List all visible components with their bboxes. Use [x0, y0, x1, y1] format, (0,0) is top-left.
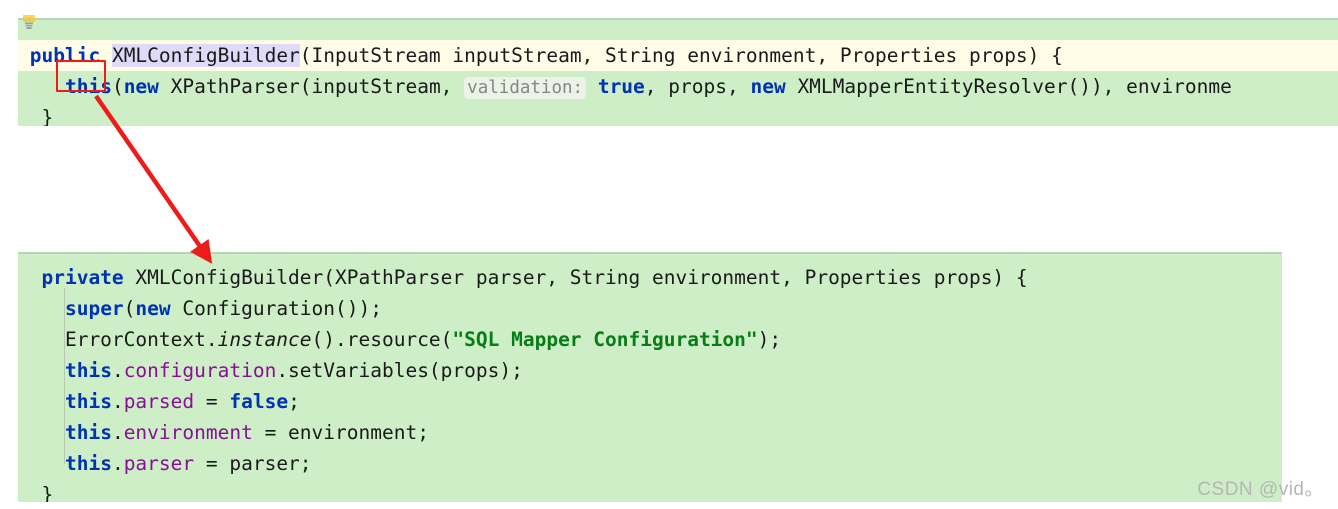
code-token: }: [18, 106, 54, 126]
code-token: true: [597, 75, 645, 98]
code-token: .: [111, 421, 124, 444]
code-token: this: [64, 390, 112, 413]
code-line-bottom-8[interactable]: }: [18, 479, 1282, 502]
code-token: this: [64, 452, 112, 475]
code-token: = parser;: [194, 452, 312, 475]
code-token: = environment;: [252, 421, 429, 444]
code-token: XPathParser(inputStream,: [158, 75, 465, 98]
code-line-bottom-4[interactable]: this.configuration.setVariables(props);: [18, 355, 1282, 386]
code-token: XMLConfigBuilder(XPathParser parser, Str…: [123, 266, 1028, 289]
code-token: XMLMapperEntityResolver()), environme: [785, 75, 1232, 98]
code-token: (: [123, 297, 136, 320]
code-token: ().resource(: [311, 328, 453, 351]
code-token: parser: [123, 452, 195, 475]
code-editor-canvas: public XMLConfigBuilder(InputStream inpu…: [0, 0, 1338, 509]
code-token: validation:: [464, 77, 587, 99]
code-token: (: [111, 75, 124, 98]
block-bottom-border: [18, 252, 1282, 254]
code-token: .: [111, 390, 124, 413]
code-line-bottom-1[interactable]: private XMLConfigBuilder(XPathParser par…: [18, 262, 1282, 293]
code-token: this: [64, 359, 112, 382]
code-line-top-3[interactable]: }: [18, 102, 1338, 126]
code-line-top-1[interactable]: public XMLConfigBuilder(InputStream inpu…: [18, 40, 1338, 71]
code-token: false: [229, 390, 289, 413]
code-token: );: [757, 328, 782, 351]
code-token: this: [64, 421, 112, 444]
code-token: new: [123, 75, 159, 98]
block-top-border: [18, 18, 1338, 20]
code-line-top-2[interactable]: this(new XPathParser(inputStream, valida…: [18, 71, 1338, 102]
code-token: private: [41, 266, 124, 289]
code-token: (InputStream inputStream, String environ…: [299, 44, 1063, 67]
csdn-watermark: CSDN @vid。: [1197, 479, 1324, 500]
code-token: Configuration());: [170, 297, 382, 320]
code-token: =: [194, 390, 230, 413]
code-line-bottom-5[interactable]: this.parsed = false;: [18, 386, 1282, 417]
code-token: configuration: [123, 359, 277, 382]
code-token: environment: [123, 421, 253, 444]
code-line-bottom-7[interactable]: this.parser = parser;: [18, 448, 1282, 479]
code-token: instance: [217, 328, 312, 351]
code-token: }: [18, 483, 54, 502]
code-token: , props,: [644, 75, 751, 98]
code-block-private-constructor: private XMLConfigBuilder(XPathParser par…: [18, 252, 1282, 502]
code-token: .: [111, 359, 124, 382]
code-token: super: [64, 297, 124, 320]
code-token: new: [750, 75, 786, 98]
code-token: .: [111, 452, 124, 475]
code-token: .setVariables(props);: [276, 359, 523, 382]
this-keyword-highlight-box: [56, 60, 106, 92]
code-token: "SQL Mapper Configuration": [452, 328, 758, 351]
code-line-bottom-6[interactable]: this.environment = environment;: [18, 417, 1282, 448]
code-token: ;: [288, 390, 300, 413]
code-line-bottom-2[interactable]: super(new Configuration());: [18, 293, 1282, 324]
code-line-bottom-3[interactable]: ErrorContext.instance().resource("SQL Ma…: [18, 324, 1282, 355]
code-block-public-constructor: public XMLConfigBuilder(InputStream inpu…: [18, 18, 1338, 126]
code-token: new: [135, 297, 171, 320]
code-token: XMLConfigBuilder: [111, 44, 300, 67]
lightbulb-intention-icon[interactable]: [19, 12, 39, 36]
code-token: parsed: [123, 390, 195, 413]
code-token: ErrorContext.: [18, 328, 218, 351]
